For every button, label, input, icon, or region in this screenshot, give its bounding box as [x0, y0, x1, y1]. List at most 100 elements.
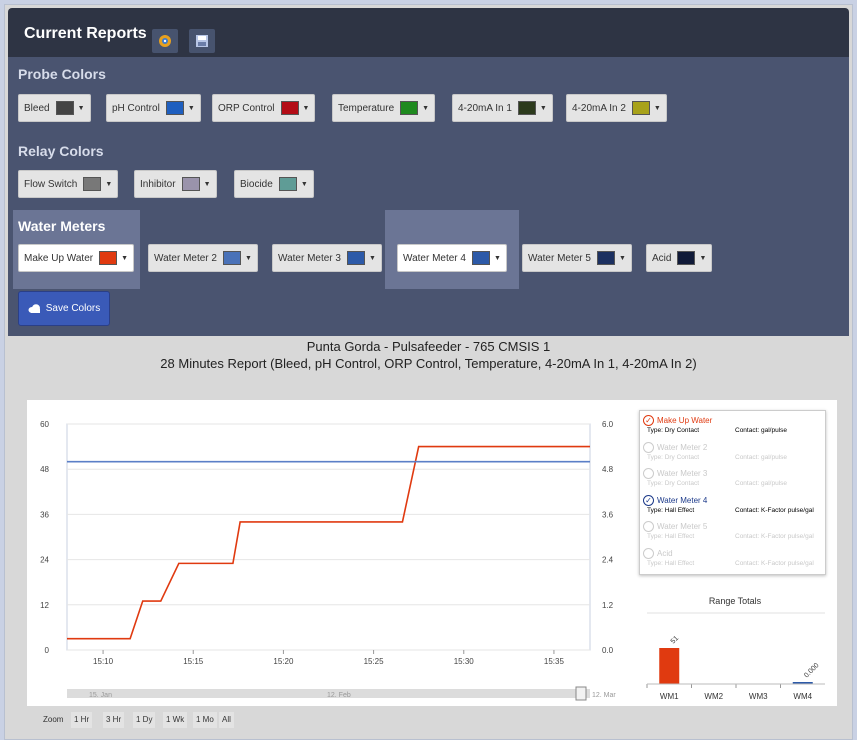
- y-left-tick-label: 24: [40, 556, 49, 565]
- legend-label: Water Meter 3: [657, 469, 708, 478]
- water-meter-3-color-button[interactable]: Water Meter 3 ▼: [272, 244, 382, 272]
- zoom-1-hr-button[interactable]: 1 Hr: [71, 712, 93, 728]
- save-icon: [196, 35, 208, 47]
- ph-control-color-button[interactable]: pH Control ▼: [106, 94, 201, 122]
- chevron-down-icon: ▼: [77, 104, 85, 112]
- color-swatch: [631, 101, 650, 115]
- zoom-3-hr-button[interactable]: 3 Hr: [103, 712, 125, 728]
- legend-contact: Contact: K-Factor pulse/gal: [735, 559, 814, 567]
- legend-item-water-meter-4[interactable]: ✓ Water Meter 4 Type: Hall Effect Contact: …: [643, 494, 823, 520]
- y-right-tick-label: 6.0: [602, 420, 614, 429]
- legend-item-make-up-water[interactable]: ✓ Make Up Water Type: Dry Contact Contact: …: [643, 414, 823, 440]
- legend-name: Water Meter 2: [643, 441, 707, 454]
- legend-item-water-meter-5[interactable]: Water Meter 5 Type: Hall Effect Contact: K…: [643, 520, 823, 546]
- legend-type: Type: Dry Contact: [647, 427, 700, 434]
- checkbox-icon[interactable]: ✓: [643, 415, 654, 426]
- checkbox-icon[interactable]: [643, 468, 654, 479]
- legend-name: ✓ Make Up Water: [643, 414, 712, 427]
- legend-name: Acid: [643, 547, 673, 560]
- legend-type: Type: Hall Effect: [647, 533, 695, 540]
- y-right-tick-label: 3.6: [602, 510, 614, 519]
- zoom-1-mo-button[interactable]: 1 Mo: [193, 712, 217, 728]
- bar-category-label: WM2: [704, 692, 723, 701]
- legend-name: Water Meter 5: [643, 520, 707, 533]
- 4-20ma-in-1-color-button[interactable]: 4-20mA In 1 ▼: [452, 94, 553, 122]
- legend-name: Water Meter 3: [643, 467, 707, 480]
- chevron-down-icon: ▼: [187, 104, 195, 112]
- settings-button[interactable]: [152, 29, 178, 53]
- legend-item-acid[interactable]: Acid Type: Hall Effect Contact: K-Factor p…: [643, 547, 823, 573]
- water-meter-2-color-button[interactable]: Water Meter 2 ▼: [148, 244, 258, 272]
- y-left-tick-label: 36: [40, 510, 49, 519]
- navigator-label: 12. Mar: [592, 692, 616, 699]
- legend-contact: Contact: gal/pulse: [735, 427, 788, 434]
- x-tick-label: 15:20: [273, 657, 294, 666]
- bar-value-label: 51: [670, 635, 681, 646]
- x-tick-label: 15:30: [454, 657, 475, 666]
- series-line-make-up-water: [67, 445, 590, 640]
- y-right-tick-label: 4.8: [602, 465, 614, 474]
- bar-category-label: WM1: [660, 692, 679, 701]
- chevron-down-icon: ▼: [105, 180, 113, 188]
- save-report-button[interactable]: [189, 29, 215, 53]
- inhibitor-color-button[interactable]: Inhibitor ▼: [134, 170, 217, 198]
- checkbox-icon[interactable]: [643, 547, 654, 559]
- x-tick-label: 15:35: [544, 657, 565, 666]
- chevron-down-icon: ▼: [368, 254, 376, 262]
- zoom-1-dy-button[interactable]: 1 Dy: [133, 712, 156, 728]
- report-title: Punta Gorda - Pulsafeeder - 765 CMSIS 1: [306, 339, 551, 354]
- legend-item-water-meter-2[interactable]: Water Meter 2 Type: Dry Contact Contact: g…: [643, 441, 823, 467]
- y-right-tick-label: 1.2: [602, 601, 614, 610]
- water-meters-title: Water Meters: [18, 218, 106, 234]
- legend-type: Type: Dry Contact: [647, 480, 700, 487]
- color-swatch: [280, 101, 299, 115]
- temperature-color-button[interactable]: Temperature ▼: [332, 94, 436, 122]
- line-chart[interactable]: 0 12 24 36 48 60 0.0 1.2 2.4 3.6 4.8 6.0 15:10 15:15 1…: [27, 400, 627, 706]
- bleed-color-button[interactable]: Bleed ▼: [18, 94, 91, 122]
- water-meter-4-color-button[interactable]: Water Meter 4 ▼: [397, 244, 507, 272]
- chevron-down-icon: ▼: [539, 104, 547, 112]
- zoom-1-wk-button[interactable]: 1 Wk: [163, 712, 188, 728]
- orp-control-color-button[interactable]: ORP Control ▼: [212, 94, 316, 122]
- color-swatch: [278, 177, 297, 191]
- probe-colors-title: Probe Colors: [18, 66, 106, 82]
- bar-wm1: [659, 648, 680, 684]
- legend-contact: Contact: gal/pulse: [735, 453, 788, 461]
- chevron-down-icon: ▼: [618, 254, 626, 262]
- legend-contact: Contact: K-Factor pulse/gal: [735, 506, 814, 514]
- 4-20ma-in-2-color-button[interactable]: 4-20mA In 2 ▼: [566, 94, 667, 122]
- range-totals-chart: Range Totals 51 WM1 WM2 WM3 0.000 WM4: [646, 596, 825, 701]
- color-swatch: [99, 251, 118, 265]
- report-header: Current Reports: [8, 8, 849, 57]
- color-swatch: [346, 251, 365, 265]
- acid-color-button[interactable]: Acid ▼: [646, 244, 713, 272]
- legend-item-water-meter-3[interactable]: Water Meter 3 Type: Dry Contact Contact: g…: [643, 467, 823, 493]
- chevron-down-icon: ▼: [203, 180, 211, 188]
- checkbox-icon[interactable]: ✓: [643, 494, 654, 506]
- zoom-all-button[interactable]: All: [219, 712, 234, 728]
- checkbox-icon[interactable]: [643, 521, 654, 532]
- chevron-down-icon: ▼: [300, 180, 308, 188]
- legend-label: Water Meter 2: [657, 442, 708, 452]
- legend-contact: Contact: gal/pulse: [735, 480, 788, 487]
- legend-type: Type: Dry Contact: [647, 453, 700, 461]
- y-left-tick-label: 12: [40, 601, 49, 610]
- chevron-down-icon: ▼: [244, 254, 252, 262]
- color-swatch: [596, 251, 615, 265]
- color-swatch: [677, 251, 696, 265]
- color-swatch: [55, 101, 74, 115]
- navigator-label: 12. Feb: [327, 692, 351, 699]
- biocide-color-button[interactable]: Biocide ▼: [234, 170, 314, 198]
- make-up-water-color-button[interactable]: Make Up Water ▼: [18, 244, 135, 272]
- checkbox-icon[interactable]: [643, 441, 654, 453]
- navigator-handle: [575, 686, 587, 701]
- bar-value-label: 0.000: [803, 662, 820, 679]
- chevron-down-icon: ▼: [493, 254, 501, 262]
- gear-icon: [159, 35, 171, 47]
- flow-switch-color-button[interactable]: Flow Switch ▼: [18, 170, 119, 198]
- save-colors-button[interactable]: Save Colors: [18, 291, 110, 326]
- legend-label: Water Meter 4: [657, 495, 708, 505]
- relay-colors-title: Relay Colors: [18, 143, 104, 159]
- water-meter-5-color-button[interactable]: Water Meter 5 ▼: [522, 244, 632, 272]
- legend-label: Make Up Water: [657, 416, 713, 425]
